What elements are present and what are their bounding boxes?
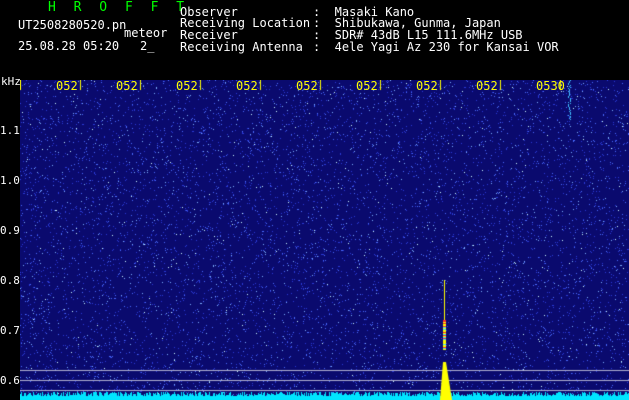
y-tick-1-1: 1.1 [0, 124, 20, 137]
x-tick-0522: 052 [116, 79, 138, 93]
y-tick-0-7: 0.7 [0, 324, 20, 337]
x-tick-0526: 052 [356, 79, 378, 93]
x-tick-0523: 052 [176, 79, 198, 93]
x-tick-0527: 052 [416, 79, 438, 93]
x-tick-0528: 052 [476, 79, 498, 93]
spectrogram-canvas [20, 80, 629, 400]
khz-unit-label: kHz [1, 75, 21, 88]
datetime-label: 25.08.28 05:20 [18, 39, 120, 53]
x-tick-0524: 052 [236, 79, 258, 93]
filename-label: UT2508280520.pn [18, 18, 127, 32]
antenna-value: : 4ele Yagi Az 230 for Kansai VOR [313, 40, 559, 54]
y-tick-1-0: 1.0 [0, 174, 20, 187]
y-tick-0-9: 0.9 [0, 224, 20, 237]
x-tick-0525: 052 [296, 79, 318, 93]
y-tick-0-6: 0.6 [0, 374, 20, 387]
count-label: 2_ [140, 39, 155, 53]
x-tick-0529: 0530 [536, 79, 565, 93]
x-tick-0521: 052 [56, 79, 78, 93]
app-title: H R O F F T [48, 0, 190, 15]
y-tick-0-8: 0.8 [0, 274, 20, 287]
antenna-label: Receiving Antenna [180, 40, 303, 54]
meteor-type-label: meteor [124, 26, 168, 40]
hrofft-window: H R O F F T UT2508280520.pn meteor 25.08… [0, 0, 629, 400]
